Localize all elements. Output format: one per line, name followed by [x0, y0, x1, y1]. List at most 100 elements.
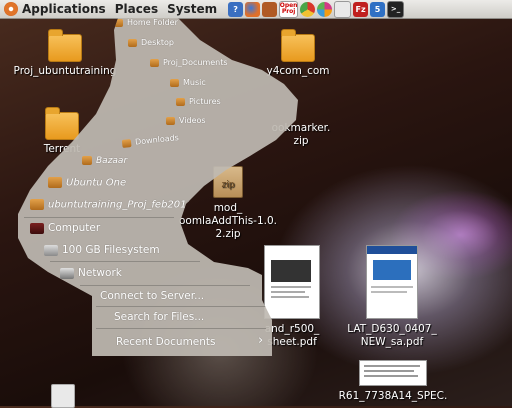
- text-line: [371, 286, 413, 288]
- desktop-icon-pdf-r61[interactable]: R61_7738A14_SPEC.: [334, 360, 452, 403]
- icon-label-line2: sheet.pdf: [267, 336, 317, 348]
- icon-label: y4com_com: [266, 65, 330, 77]
- icon-label-line2: oomlaAddThis-1.0.: [178, 215, 278, 227]
- folder-icon: [281, 29, 315, 62]
- desktop-icon-pdf-d630[interactable]: LAT_D630_0407_ NEW_sa.pdf: [344, 245, 440, 349]
- openproj-icon[interactable]: Open Proj: [279, 0, 299, 18]
- picasa-icon[interactable]: [317, 1, 333, 17]
- terminal-icon[interactable]: >_: [387, 0, 405, 18]
- videos-icon: [166, 116, 175, 125]
- menu-system[interactable]: System: [167, 2, 217, 16]
- menu-separator: [50, 261, 200, 262]
- chrome-icon[interactable]: [300, 1, 316, 17]
- desktop-icon-proj-ubuntutraining[interactable]: Proj_ubuntutraining: [10, 29, 120, 78]
- menu-item-label: Downloads: [134, 133, 180, 147]
- menu-item-label: Ubuntu One: [66, 177, 127, 189]
- menu-places[interactable]: Places: [115, 2, 158, 16]
- icon-label-line1: R61_7738A14_SPEC.: [338, 390, 448, 402]
- menu-item-network[interactable]: Network: [60, 267, 122, 279]
- ubuntu-logo-icon: [4, 2, 18, 16]
- launcher-bar: ? Open Proj Fz 5 >_: [228, 0, 406, 18]
- help-icon[interactable]: ?: [228, 1, 244, 17]
- menu-item-label: Search for Files...: [114, 311, 205, 323]
- icon-label-line3: 2.zip: [215, 228, 241, 240]
- network-icon: [60, 267, 74, 279]
- menu-item-music[interactable]: Music: [170, 78, 206, 87]
- menu-item-label: ubuntutraining_Proj_feb2010: [48, 199, 193, 211]
- desktop-icon: [128, 38, 137, 47]
- butterfly-icon[interactable]: [262, 1, 278, 17]
- text-line: [364, 375, 418, 377]
- menu-item-connect-to-server[interactable]: Connect to Server...: [100, 290, 204, 302]
- icon-label: Proj_ubuntutraining: [13, 65, 117, 77]
- menu-separator: [80, 285, 250, 286]
- firefox-icon[interactable]: [245, 1, 261, 17]
- text-line: [371, 291, 407, 293]
- menu-item-label: Videos: [179, 116, 206, 125]
- menu-item-proj-documents[interactable]: Proj_Documents: [150, 58, 228, 67]
- menu-item-label: Connect to Server...: [100, 290, 205, 302]
- downloads-icon: [121, 138, 132, 148]
- menu-item-label: Computer: [48, 222, 101, 234]
- disc-icon: [51, 384, 75, 408]
- text-line: [271, 291, 305, 293]
- desktop-icon-disc[interactable]: [48, 384, 78, 408]
- laptop-image: [373, 260, 411, 280]
- folder-icon: [150, 58, 159, 67]
- menu-item-label: Network: [78, 267, 122, 279]
- folder-icon: [45, 107, 79, 140]
- menu-separator: [24, 217, 174, 218]
- folder-icon: [30, 199, 44, 210]
- desktop-icon-y4com[interactable]: y4com_com: [258, 29, 338, 78]
- icon-label-line1: LAT_D630_0407_: [347, 323, 437, 335]
- top-panel: Applications Places System ? Open Proj F…: [0, 0, 512, 19]
- pdf-thumbnail-icon: [366, 245, 418, 319]
- pdf-thumbnail-icon: [264, 245, 320, 319]
- text-line: [271, 286, 311, 288]
- pictures-icon: [176, 97, 185, 106]
- menu-item-filesystem[interactable]: 100 GB Filesystem: [44, 244, 160, 256]
- menu-item-computer[interactable]: Computer: [30, 222, 100, 234]
- folder-icon: [48, 29, 82, 62]
- menu-item-ubuntu-one[interactable]: Ubuntu One: [48, 177, 126, 189]
- home-folder-icon: [114, 18, 123, 27]
- menu-item-label: Pictures: [189, 97, 221, 106]
- menu-item-label: Home Folder: [127, 18, 178, 27]
- menu-item-label: Proj_Documents: [163, 58, 228, 67]
- menu-item-label: Bazaar: [96, 156, 128, 166]
- drive-icon: [44, 244, 58, 256]
- menu-item-pictures[interactable]: Pictures: [176, 97, 221, 106]
- menu-item-videos[interactable]: Videos: [166, 116, 206, 125]
- folder-icon: [82, 156, 92, 165]
- menu-separator: [96, 306, 266, 307]
- menu-item-label: Desktop: [141, 38, 174, 47]
- icon-label-line2: NEW_sa.pdf: [360, 336, 424, 348]
- menu-item-desktop[interactable]: Desktop: [128, 38, 174, 47]
- menu-item-search-for-files[interactable]: Search for Files...: [114, 311, 204, 323]
- header-band: [367, 246, 417, 254]
- menu-separator: [96, 328, 266, 329]
- text-line: [364, 365, 420, 367]
- icon-label-line1: and_r500_: [264, 323, 320, 335]
- menu-item-home-folder[interactable]: Home Folder: [114, 18, 178, 27]
- menu-item-downloads[interactable]: Downloads: [121, 133, 180, 148]
- five-icon[interactable]: 5: [370, 1, 386, 17]
- submenu-arrow-icon: ›: [258, 333, 264, 348]
- laptop-image: [271, 260, 311, 282]
- menu-item-ubuntutraining-proj[interactable]: ubuntutraining_Proj_feb2010: [30, 199, 193, 211]
- icon-label-line2: zip: [293, 135, 309, 147]
- pdf-thumbnail-icon: [359, 360, 427, 386]
- menu-item-label: Recent Documents: [116, 336, 216, 348]
- text-line: [364, 370, 414, 372]
- menu-item-bazaar[interactable]: Bazaar: [82, 156, 127, 166]
- menu-item-recent-documents[interactable]: Recent Documents: [116, 336, 216, 348]
- menu-applications[interactable]: Applications: [22, 2, 106, 16]
- filezilla-icon[interactable]: Fz: [353, 1, 369, 17]
- text-line: [271, 296, 309, 298]
- menu-item-label: 100 GB Filesystem: [62, 244, 160, 256]
- computer-icon: [30, 222, 44, 234]
- menu-item-label: Music: [183, 78, 206, 87]
- music-icon: [170, 78, 179, 87]
- icon-label-line1: mod_: [213, 202, 243, 214]
- mail-icon[interactable]: [334, 0, 352, 18]
